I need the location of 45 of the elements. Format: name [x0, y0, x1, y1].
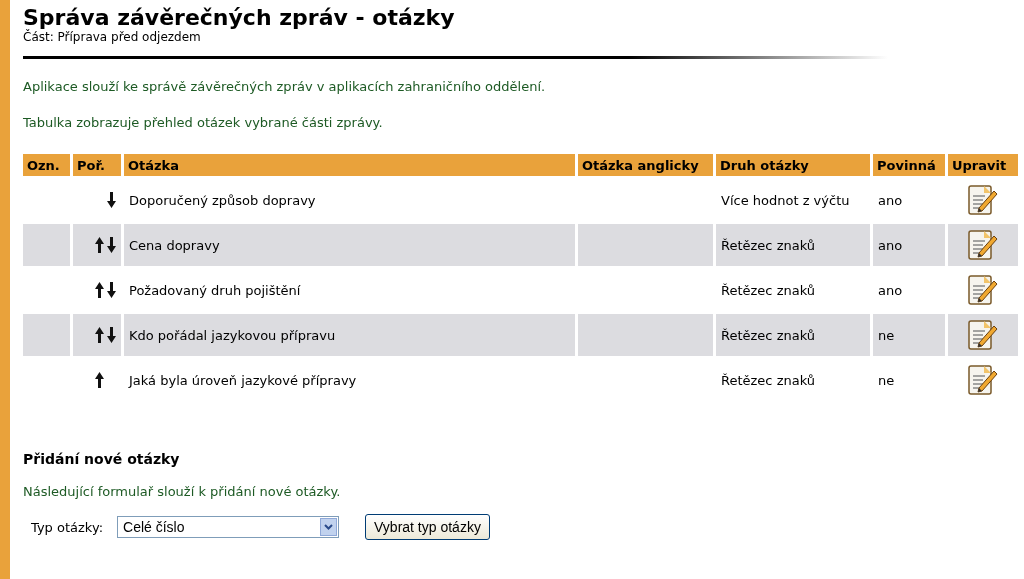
description-text: Následující formulař slouží k přidání nové otázky. [23, 484, 342, 500]
column-header: Povinná [873, 154, 945, 176]
edit-icon[interactable] [968, 319, 998, 351]
question-type: Řetězec znaků [721, 237, 816, 253]
up-arrow-icon[interactable] [95, 372, 104, 388]
question-type: Více hodnot z výčtu [721, 192, 850, 208]
question-text: Doporučený způsob dopravy [129, 192, 316, 208]
required-value: ano [878, 192, 903, 208]
question-type: Řetězec znaků [721, 372, 816, 388]
question-type: Řetězec znaků [721, 327, 816, 343]
select-type-button[interactable]: Vybrat typ otázky [365, 514, 490, 540]
required-value: ne [878, 372, 895, 388]
question-type: Řetězec znaků [721, 282, 816, 298]
section-subtitle: Část: Příprava před odjezdem [23, 30, 202, 44]
question-type-select[interactable]: Celé číslo [117, 516, 340, 538]
edit-icon[interactable] [968, 274, 998, 306]
required-value: ano [878, 237, 903, 253]
question-text: Požadovaný druh pojištění [129, 282, 301, 298]
down-arrow-icon[interactable] [107, 192, 116, 208]
question-text: Kdo pořádal jazykovou přípravu [129, 327, 336, 343]
intro-text: Tabulka zobrazuje přehled otázek vybrané části zprávy. [23, 115, 384, 131]
column-header: Druh otázky [716, 154, 870, 176]
edit-icon[interactable] [968, 364, 998, 396]
field-label: Typ otázky: [31, 519, 104, 535]
question-text: Cena dopravy [129, 237, 220, 253]
up-arrow-icon[interactable] [95, 237, 104, 253]
column-header: Otázka anglicky [578, 154, 713, 176]
column-header: Ozn. [23, 154, 70, 176]
required-value: ano [878, 282, 903, 298]
down-arrow-icon[interactable] [107, 327, 116, 343]
page-title: Správa závěrečných zpráv - otázky [23, 6, 455, 30]
edit-icon[interactable] [968, 229, 998, 261]
down-arrow-icon[interactable] [107, 282, 116, 298]
question-text: Jaká byla úroveň jazykové přípravy [129, 372, 357, 388]
intro-text: Aplikace slouží ke správě závěrečných zpráv v aplikacích zahraničního oddělení. [23, 79, 547, 95]
up-arrow-icon[interactable] [95, 327, 104, 343]
section-heading: Přidání nové otázky [23, 450, 180, 468]
edit-icon[interactable] [968, 184, 998, 216]
dropdown-icon[interactable] [320, 518, 338, 536]
required-value: ne [878, 327, 895, 343]
column-header: Otázka [124, 154, 575, 176]
up-arrow-icon[interactable] [95, 282, 104, 298]
column-header: Upravit [948, 154, 1018, 176]
down-arrow-icon[interactable] [107, 237, 116, 253]
column-header: Poř. [73, 154, 121, 176]
